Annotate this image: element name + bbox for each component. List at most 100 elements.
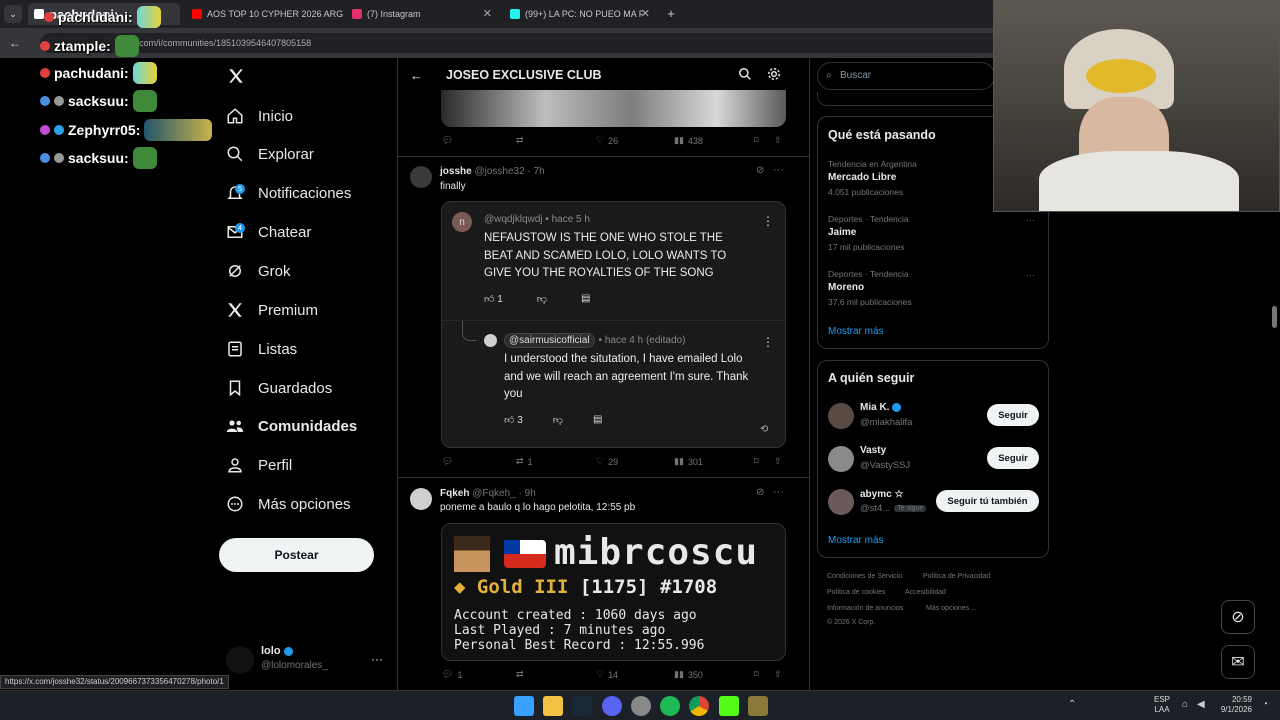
like-button[interactable]: ♡ 29: [596, 456, 618, 467]
file-explorer-icon[interactable]: [543, 696, 563, 716]
nav-item-grok[interactable]: Grok: [226, 258, 291, 284]
spotify-icon[interactable]: [660, 696, 680, 716]
user-name[interactable]: abymc ☆: [860, 489, 903, 500]
nav-item-inicio[interactable]: Inicio: [226, 103, 293, 129]
grok-icon[interactable]: ⊘: [756, 165, 764, 176]
nav-item-notificaciones[interactable]: 5 Notificaciones: [226, 180, 351, 206]
like-button[interactable]: ♡ 14: [596, 669, 618, 680]
post-time[interactable]: · 9h: [519, 488, 536, 499]
tray-chevron-icon[interactable]: ⌃: [1068, 699, 1076, 710]
footer-link[interactable]: Accesibilidad: [905, 589, 946, 596]
tab-tiktok[interactable]: (99+) LA PC: NO PUEO MA PAL... ✕: [504, 3, 656, 25]
chrome-icon[interactable]: [689, 696, 709, 716]
footer-link[interactable]: Política de Privacidad: [923, 573, 990, 580]
user-name[interactable]: Vasty: [860, 445, 886, 456]
repost-button[interactable]: ⇄ 1: [516, 456, 533, 467]
follow-back-button[interactable]: Seguir tú también: [936, 490, 1039, 512]
account-avatar[interactable]: [226, 646, 254, 674]
avatar[interactable]: [828, 403, 854, 429]
app-icon[interactable]: [748, 696, 768, 716]
avatar[interactable]: [828, 489, 854, 515]
windows-start-icon[interactable]: [514, 696, 534, 716]
close-tab-icon[interactable]: ✕: [641, 7, 650, 20]
bookmark-icon[interactable]: ⌑: [754, 669, 759, 680]
bookmark-icon[interactable]: ⌑: [754, 456, 759, 467]
account-name-row[interactable]: lolo: [261, 645, 293, 657]
trend-name[interactable]: Mercado Libre: [828, 172, 896, 183]
user-name-row[interactable]: Mia K.: [860, 402, 902, 413]
messages-float-button[interactable]: ✉: [1221, 645, 1255, 679]
follow-button[interactable]: Seguir: [987, 447, 1039, 469]
nav-item-chatear[interactable]: 4 Chatear: [226, 219, 311, 245]
footer-link[interactable]: Más opciones ...: [926, 605, 977, 612]
obs-icon[interactable]: [631, 696, 651, 716]
footer-link[interactable]: Información de anuncios: [827, 605, 903, 612]
author-name[interactable]: josshe: [440, 166, 472, 177]
more-icon[interactable]: ···: [1026, 215, 1035, 225]
url-field[interactable]: x.com/i/communities/1851039546407805158: [40, 33, 1000, 53]
repost-icon[interactable]: ⇄: [516, 135, 524, 146]
trend-name[interactable]: Jaime: [828, 227, 856, 238]
footer-link[interactable]: Condiciones de Servicio: [827, 573, 902, 580]
grok-float-button[interactable]: ⊘: [1221, 600, 1255, 634]
views-button[interactable]: ▮▮ 350: [674, 669, 703, 680]
nav-item-perfil[interactable]: Perfil: [226, 452, 292, 478]
settings-gear-icon[interactable]: [767, 67, 781, 81]
post-image[interactable]: [441, 90, 786, 127]
reply-button[interactable]: 💬︎ 1: [442, 669, 462, 680]
tab-list-icon[interactable]: ⌄: [4, 5, 22, 23]
back-arrow-icon[interactable]: ←: [410, 68, 423, 83]
nav-item-explorar[interactable]: Explorar: [226, 141, 314, 167]
trend-name[interactable]: Moreno: [828, 282, 864, 293]
avatar[interactable]: [410, 166, 432, 188]
nav-item-guardados[interactable]: Guardados: [226, 375, 332, 401]
steam-icon[interactable]: [572, 696, 592, 716]
share-icon[interactable]: ⇧: [774, 669, 782, 680]
more-icon[interactable]: ···: [773, 164, 784, 176]
post-time[interactable]: · 7h: [527, 166, 544, 177]
views-button[interactable]: ▮▮ 438: [674, 135, 703, 146]
clock[interactable]: 20:59 9/1/2026: [1216, 695, 1252, 715]
close-tab-icon[interactable]: ✕: [483, 7, 492, 20]
views-button[interactable]: ▮▮ 301: [674, 456, 703, 467]
nav-item-mas-opciones[interactable]: Más opciones: [226, 491, 351, 517]
more-icon[interactable]: ···: [1026, 270, 1035, 280]
kick-icon[interactable]: [719, 696, 739, 716]
language-indicator[interactable]: ESP LAA: [1154, 695, 1170, 715]
nav-item-comunidades[interactable]: Comunidades: [226, 413, 357, 439]
post-button[interactable]: Postear: [219, 538, 374, 572]
reply-icon[interactable]: 💬︎: [442, 135, 453, 146]
volume-icon[interactable]: ◀︎: [1197, 699, 1205, 710]
embedded-comment-image[interactable]: n @wqdjklqwdj • hace 5 h ⋮ NEFAUSTOW IS …: [441, 201, 786, 448]
bookmark-icon[interactable]: ⌑: [754, 135, 759, 146]
reply-icon[interactable]: 💬︎: [442, 456, 453, 467]
footer-link[interactable]: Política de cookies: [827, 589, 885, 596]
more-icon[interactable]: ···: [773, 486, 784, 498]
show-more-link[interactable]: Mostrar más: [828, 326, 884, 337]
x-logo-icon[interactable]: [226, 66, 246, 86]
share-icon[interactable]: ⇧: [774, 456, 782, 467]
scrollbar-thumb[interactable]: [1272, 306, 1277, 328]
nav-item-listas[interactable]: Listas: [226, 336, 297, 362]
avatar[interactable]: [410, 488, 432, 510]
tab-youtube[interactable]: AOS TOP 10 CYPHER 2026 ARG: [186, 3, 344, 25]
follow-button[interactable]: Seguir: [987, 404, 1039, 426]
tab-instagram[interactable]: (7) Instagram ✕: [346, 3, 498, 25]
share-icon[interactable]: ⇧: [774, 135, 782, 146]
grok-icon[interactable]: ⊘: [756, 487, 764, 498]
post-image[interactable]: mibrcoscu ◆ Gold III [1175] #1708 Accoun…: [441, 523, 786, 661]
back-arrow-icon[interactable]: ←: [8, 36, 22, 50]
network-icon[interactable]: ⌂: [1182, 699, 1188, 710]
notification-bell-icon[interactable]: ◔: [1262, 699, 1268, 710]
discord-icon[interactable]: [602, 696, 622, 716]
search-input[interactable]: ⌕ Buscar: [817, 62, 995, 90]
author-name[interactable]: Fqkeh: [440, 488, 469, 499]
nav-item-premium[interactable]: Premium: [226, 297, 318, 323]
account-more-icon[interactable]: ···: [371, 652, 383, 666]
like-button[interactable]: ♡ 26: [596, 135, 618, 146]
avatar[interactable]: [828, 446, 854, 472]
search-icon[interactable]: [738, 67, 752, 81]
new-tab-icon[interactable]: +: [664, 6, 678, 21]
show-more-link[interactable]: Mostrar más: [828, 535, 884, 546]
repost-icon[interactable]: ⇄: [516, 669, 524, 680]
